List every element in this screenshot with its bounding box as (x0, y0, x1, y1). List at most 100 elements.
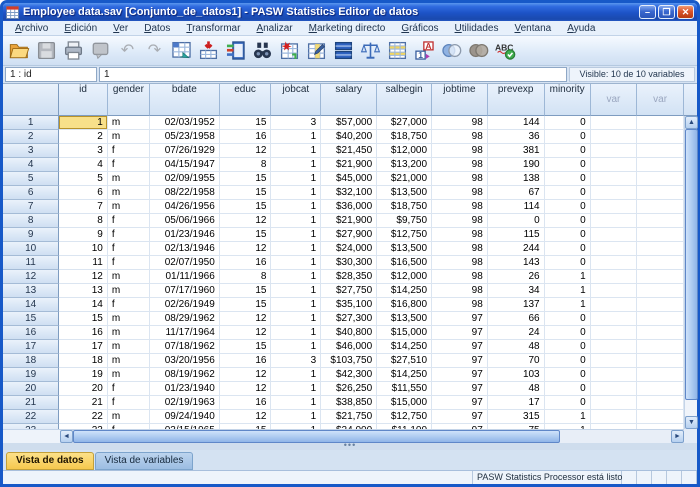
cell-jobcat[interactable]: 1 (271, 200, 321, 214)
cell-salary[interactable]: $35,100 (321, 298, 377, 312)
cell-minority[interactable]: 0 (545, 326, 591, 340)
cell-var2[interactable] (637, 410, 684, 424)
cell-minority[interactable]: 0 (545, 340, 591, 354)
cell-jobcat[interactable]: 1 (271, 256, 321, 270)
cell-gender[interactable]: m (108, 186, 150, 200)
cell-bdate[interactable]: 01/11/1966 (150, 270, 220, 284)
cell-gender[interactable]: m (108, 312, 150, 326)
cell-var1[interactable] (591, 284, 638, 298)
scroll-right-icon[interactable]: ► (671, 430, 684, 443)
cell-prevexp[interactable]: 115 (488, 228, 545, 242)
cell-var2[interactable] (637, 368, 684, 382)
cell-salary[interactable]: $40,800 (321, 326, 377, 340)
cell-bdate[interactable]: 02/03/1952 (150, 116, 220, 130)
cell-jobcat[interactable]: 1 (271, 228, 321, 242)
cell-var1[interactable] (591, 242, 638, 256)
cell-salbegin[interactable]: $18,750 (377, 200, 432, 214)
cell-jobtime[interactable]: 98 (432, 228, 488, 242)
cell-prevexp[interactable]: 34 (488, 284, 545, 298)
cell-minority[interactable]: 0 (545, 312, 591, 326)
cell-var2[interactable] (637, 130, 684, 144)
column-header-prevexp[interactable]: prevexp (488, 84, 545, 116)
cell-var2[interactable] (637, 116, 684, 130)
cell-id[interactable]: 21 (59, 396, 108, 410)
cell-bdate[interactable]: 07/18/1962 (150, 340, 220, 354)
cell-jobtime[interactable]: 97 (432, 340, 488, 354)
cell-minority[interactable]: 1 (545, 270, 591, 284)
spell-check-button[interactable]: ABC (493, 38, 518, 64)
row-header[interactable]: 16 (3, 326, 59, 340)
cell-jobcat[interactable]: 1 (271, 368, 321, 382)
cell-id[interactable]: 15 (59, 312, 108, 326)
scroll-down-icon[interactable]: ▼ (685, 416, 698, 429)
row-header[interactable]: 13 (3, 284, 59, 298)
cell-bdate[interactable]: 08/29/1962 (150, 312, 220, 326)
cell-jobtime[interactable]: 98 (432, 200, 488, 214)
cell-jobtime[interactable]: 98 (432, 186, 488, 200)
row-header[interactable]: 5 (3, 172, 59, 186)
column-header-salbegin[interactable]: salbegin (377, 84, 432, 116)
cell-var1[interactable] (591, 228, 638, 242)
cell-salary[interactable]: $21,450 (321, 144, 377, 158)
cell-id[interactable]: 5 (59, 172, 108, 186)
insert-variable-button[interactable] (304, 38, 329, 64)
cell-bdate[interactable]: 09/24/1940 (150, 410, 220, 424)
cell-var2[interactable] (637, 228, 684, 242)
open-data-button[interactable] (7, 38, 32, 64)
cell-gender[interactable]: m (108, 172, 150, 186)
cell-minority[interactable]: 0 (545, 228, 591, 242)
scroll-up-icon[interactable]: ▲ (685, 116, 698, 129)
cell-prevexp[interactable]: 67 (488, 186, 545, 200)
cell-var2[interactable] (637, 200, 684, 214)
menu-item-edici-n[interactable]: Edición (56, 23, 105, 34)
cell-jobtime[interactable]: 97 (432, 326, 488, 340)
cell-gender[interactable]: m (108, 200, 150, 214)
cell-var1[interactable] (591, 382, 638, 396)
cell-salbegin[interactable]: $13,500 (377, 312, 432, 326)
row-header[interactable]: 17 (3, 340, 59, 354)
cell-var2[interactable] (637, 242, 684, 256)
cell-salbegin[interactable]: $13,500 (377, 242, 432, 256)
cell-salbegin[interactable]: $13,500 (377, 186, 432, 200)
cell-var1[interactable] (591, 200, 638, 214)
cell-prevexp[interactable]: 26 (488, 270, 545, 284)
cell-jobcat[interactable]: 3 (271, 116, 321, 130)
cell-prevexp[interactable]: 70 (488, 354, 545, 368)
cell-gender[interactable]: f (108, 214, 150, 228)
select-cases-button[interactable] (385, 38, 410, 64)
column-header-jobcat[interactable]: jobcat (271, 84, 321, 116)
cell-jobtime[interactable]: 98 (432, 130, 488, 144)
cell-salbegin[interactable]: $14,250 (377, 368, 432, 382)
cell-minority[interactable]: 0 (545, 214, 591, 228)
value-labels-button[interactable]: A1 (412, 38, 437, 64)
cell-minority[interactable]: 0 (545, 242, 591, 256)
cell-bdate[interactable]: 01/23/1946 (150, 228, 220, 242)
cell-educ[interactable]: 8 (220, 158, 272, 172)
cell-minority[interactable]: 0 (545, 158, 591, 172)
cell-jobtime[interactable]: 98 (432, 298, 488, 312)
cell-jobcat[interactable]: 1 (271, 270, 321, 284)
column-header-bdate[interactable]: bdate (150, 84, 220, 116)
cell-var1[interactable] (591, 144, 638, 158)
cell-salary[interactable]: $30,300 (321, 256, 377, 270)
cell-bdate[interactable]: 04/15/1947 (150, 158, 220, 172)
cell-gender[interactable]: m (108, 326, 150, 340)
tab-data-view[interactable]: Vista de datos (6, 452, 94, 470)
show-all-variables-button[interactable] (466, 38, 491, 64)
cell-id[interactable]: 20 (59, 382, 108, 396)
cell-prevexp[interactable]: 137 (488, 298, 545, 312)
cell-bdate[interactable]: 03/20/1956 (150, 354, 220, 368)
menu-item-analizar[interactable]: Analizar (248, 23, 300, 34)
cell-bdate[interactable]: 02/19/1963 (150, 396, 220, 410)
grid-corner-cell[interactable] (3, 84, 59, 116)
cell-educ[interactable]: 15 (220, 284, 272, 298)
cell-minority[interactable]: 0 (545, 172, 591, 186)
cell-prevexp[interactable]: 103 (488, 368, 545, 382)
cell-id[interactable]: 1 (59, 116, 108, 130)
cell-prevexp[interactable]: 66 (488, 312, 545, 326)
cell-var2[interactable] (637, 396, 684, 410)
cell-var2[interactable] (637, 270, 684, 284)
cell-salary[interactable]: $42,300 (321, 368, 377, 382)
cell-salary[interactable]: $57,000 (321, 116, 377, 130)
cell-salbegin[interactable]: $16,500 (377, 256, 432, 270)
